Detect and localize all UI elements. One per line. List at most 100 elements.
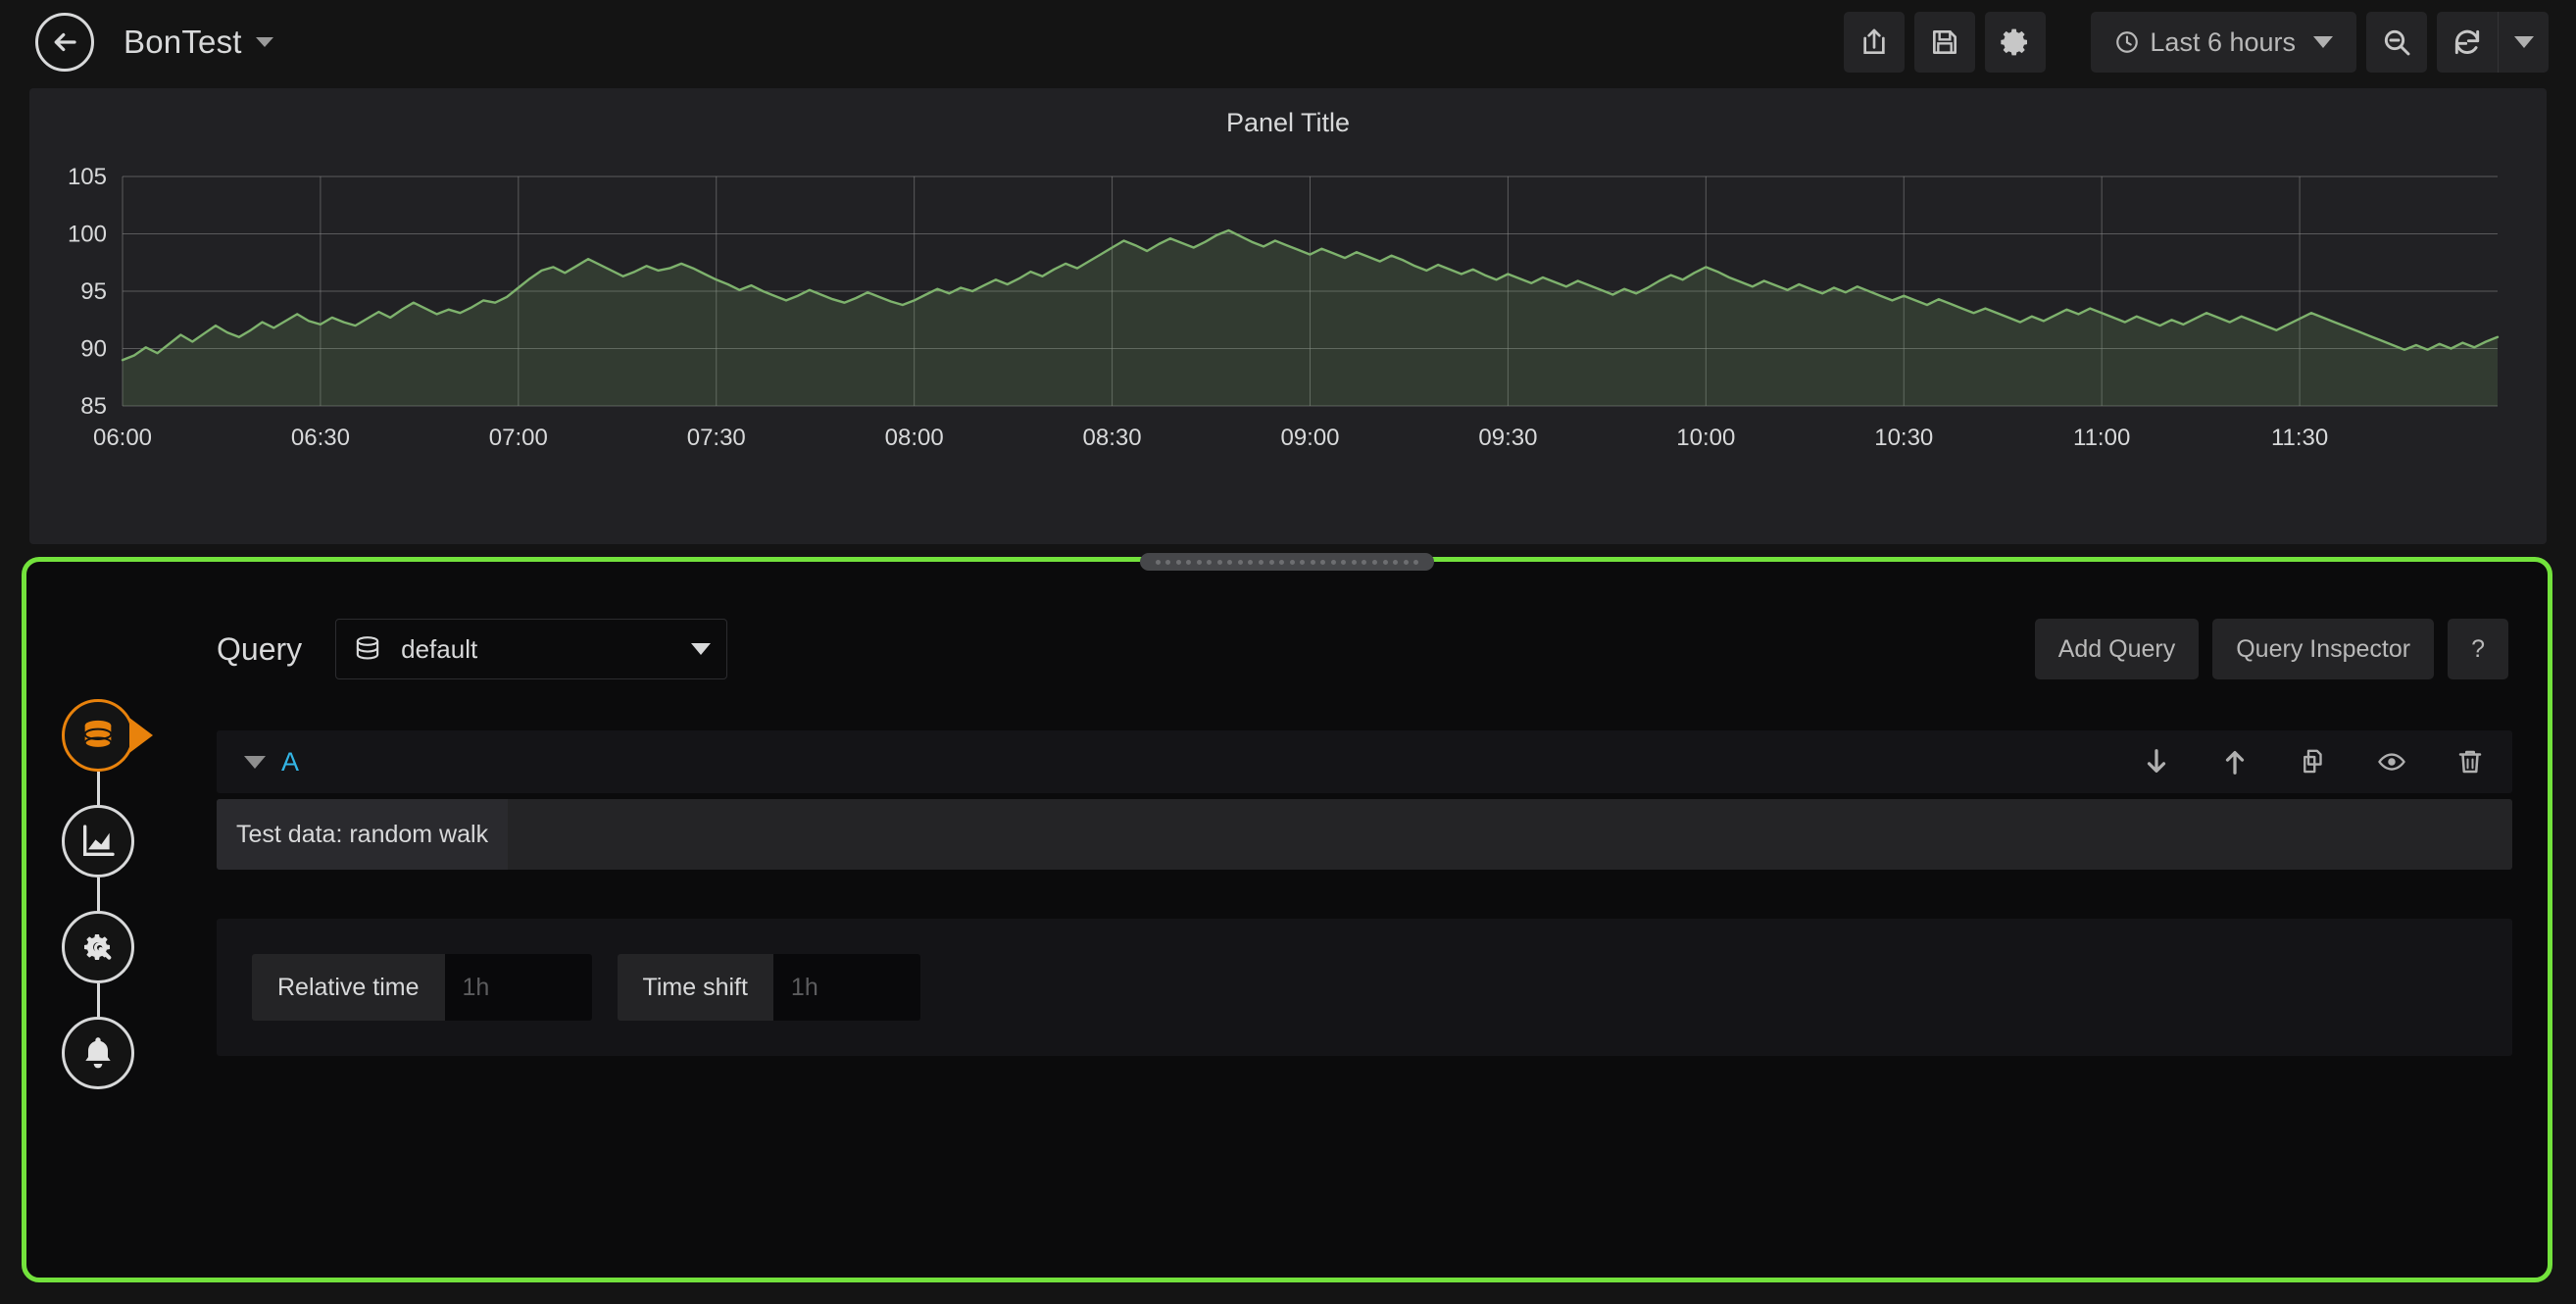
clock-icon [2114,29,2140,55]
trash-icon[interactable] [2455,747,2485,777]
handle-dot [1341,560,1346,565]
svg-text:08:00: 08:00 [885,425,944,451]
svg-text:100: 100 [68,222,107,248]
svg-text:10:30: 10:30 [1874,425,1933,451]
handle-dot [1217,560,1222,565]
resize-handle[interactable] [1140,553,1434,571]
magnifier-minus-icon [2381,26,2412,58]
svg-text:09:00: 09:00 [1280,425,1339,451]
chevron-down-icon[interactable] [256,37,273,47]
relative-time-label: Relative time [252,954,445,1021]
handle-dot [1197,560,1202,565]
handle-dot [1269,560,1274,565]
handle-dot [1248,560,1253,565]
share-dashboard-button[interactable] [1844,12,1905,73]
svg-text:11:30: 11:30 [2271,425,2328,451]
rail-connector [97,772,100,805]
svg-text:105: 105 [68,164,107,190]
datasource-picker[interactable]: default [335,619,727,679]
query-row-actions [2142,747,2485,777]
svg-text:08:30: 08:30 [1083,425,1142,451]
gear-icon [2000,26,2031,58]
eye-icon[interactable] [2377,747,2406,777]
database-icon [352,633,383,665]
svg-text:06:00: 06:00 [93,425,152,451]
time-shift-input[interactable] [773,954,920,1021]
query-ref-id[interactable]: A [281,747,299,777]
handle-dot [1393,560,1398,565]
handle-dot [1279,560,1284,565]
handle-dot [1176,560,1181,565]
rail-tab-queries[interactable] [62,699,134,772]
relative-time-field: Relative time [252,954,592,1021]
database-icon [78,716,118,755]
svg-text:90: 90 [80,336,107,363]
handle-dot [1352,560,1357,565]
time-range-picker[interactable]: Last 6 hours [2091,12,2356,73]
handle-dot [1404,560,1409,565]
rail-connector [97,983,100,1017]
svg-text:85: 85 [80,393,107,420]
query-help-button[interactable]: ? [2448,619,2508,679]
chart-x-axis-labels: 06:00 06:30 07:00 07:30 08:00 08:30 09:00 09:30… [93,425,2328,451]
chevron-down-icon [2313,36,2333,48]
svg-text:09:30: 09:30 [1478,425,1537,451]
add-query-button[interactable]: Add Query [2035,619,2200,679]
rail-connector [97,878,100,911]
svg-text:10:00: 10:00 [1676,425,1735,451]
handle-dot [1259,560,1263,565]
graph-panel: Panel Title 85 90 95 100 105 06:00 06:30 07:00… [29,88,2547,544]
handle-dot [1300,560,1305,565]
rail-item-panel-options [39,911,157,983]
scenario-row-filler [508,799,2512,870]
svg-text:95: 95 [80,278,107,305]
rail-tab-visualization[interactable] [62,805,134,878]
handle-dot [1186,560,1191,565]
svg-text:07:00: 07:00 [489,425,548,451]
refresh-icon [2452,26,2483,58]
chevron-down-icon [2514,36,2534,48]
handle-dot [1165,560,1170,565]
datasource-name: default [401,634,691,665]
back-button[interactable] [35,13,94,72]
handle-dot [1372,560,1377,565]
handle-dot [1383,560,1388,565]
query-editor-header: Query default Add Query Query Inspector … [183,562,2548,679]
chart-y-axis-labels: 85 90 95 100 105 [68,164,107,420]
refresh-button[interactable] [2437,12,2498,73]
time-shift-field: Time shift [618,954,920,1021]
chart-area-icon [78,822,118,861]
svg-text:07:30: 07:30 [687,425,746,451]
handle-dot [1413,560,1418,565]
arrow-down-icon[interactable] [2142,747,2171,777]
refresh-interval-button[interactable] [2498,12,2549,73]
handle-dot [1227,560,1232,565]
handle-dot [1320,560,1325,565]
handle-dot [1290,560,1295,565]
rail-tab-panel-options[interactable] [62,911,134,983]
rail-item-alert [39,1017,157,1089]
scenario-select[interactable]: Test data: random walk [217,799,508,870]
chevron-down-icon [691,643,711,655]
chevron-down-icon[interactable] [244,756,266,769]
copy-icon[interactable] [2299,747,2328,777]
handle-dot [1156,560,1161,565]
arrow-left-circle-icon [50,27,79,57]
dashboard-settings-button[interactable] [1985,12,2046,73]
graph-plot-area[interactable]: 85 90 95 100 105 06:00 06:30 07:00 07:30 08:00 08… [29,149,2547,482]
query-header-actions: Add Query Query Inspector ? [2035,619,2508,679]
query-options-row: Relative time Time shift [217,919,2512,1056]
arrow-up-icon[interactable] [2220,747,2250,777]
dashboard-title[interactable]: BonTest [124,24,242,61]
panel-title[interactable]: Panel Title [29,88,2547,138]
relative-time-input[interactable] [445,954,592,1021]
bell-icon [78,1033,118,1073]
time-shift-label: Time shift [618,954,773,1021]
svg-text:06:30: 06:30 [291,425,350,451]
rail-tab-alert[interactable] [62,1017,134,1089]
query-inspector-button[interactable]: Query Inspector [2212,619,2434,679]
gear-wrench-icon [78,928,118,967]
save-dashboard-button[interactable] [1914,12,1975,73]
panel-edit-pane: Query default Add Query Query Inspector … [22,557,2552,1282]
zoom-out-button[interactable] [2366,12,2427,73]
